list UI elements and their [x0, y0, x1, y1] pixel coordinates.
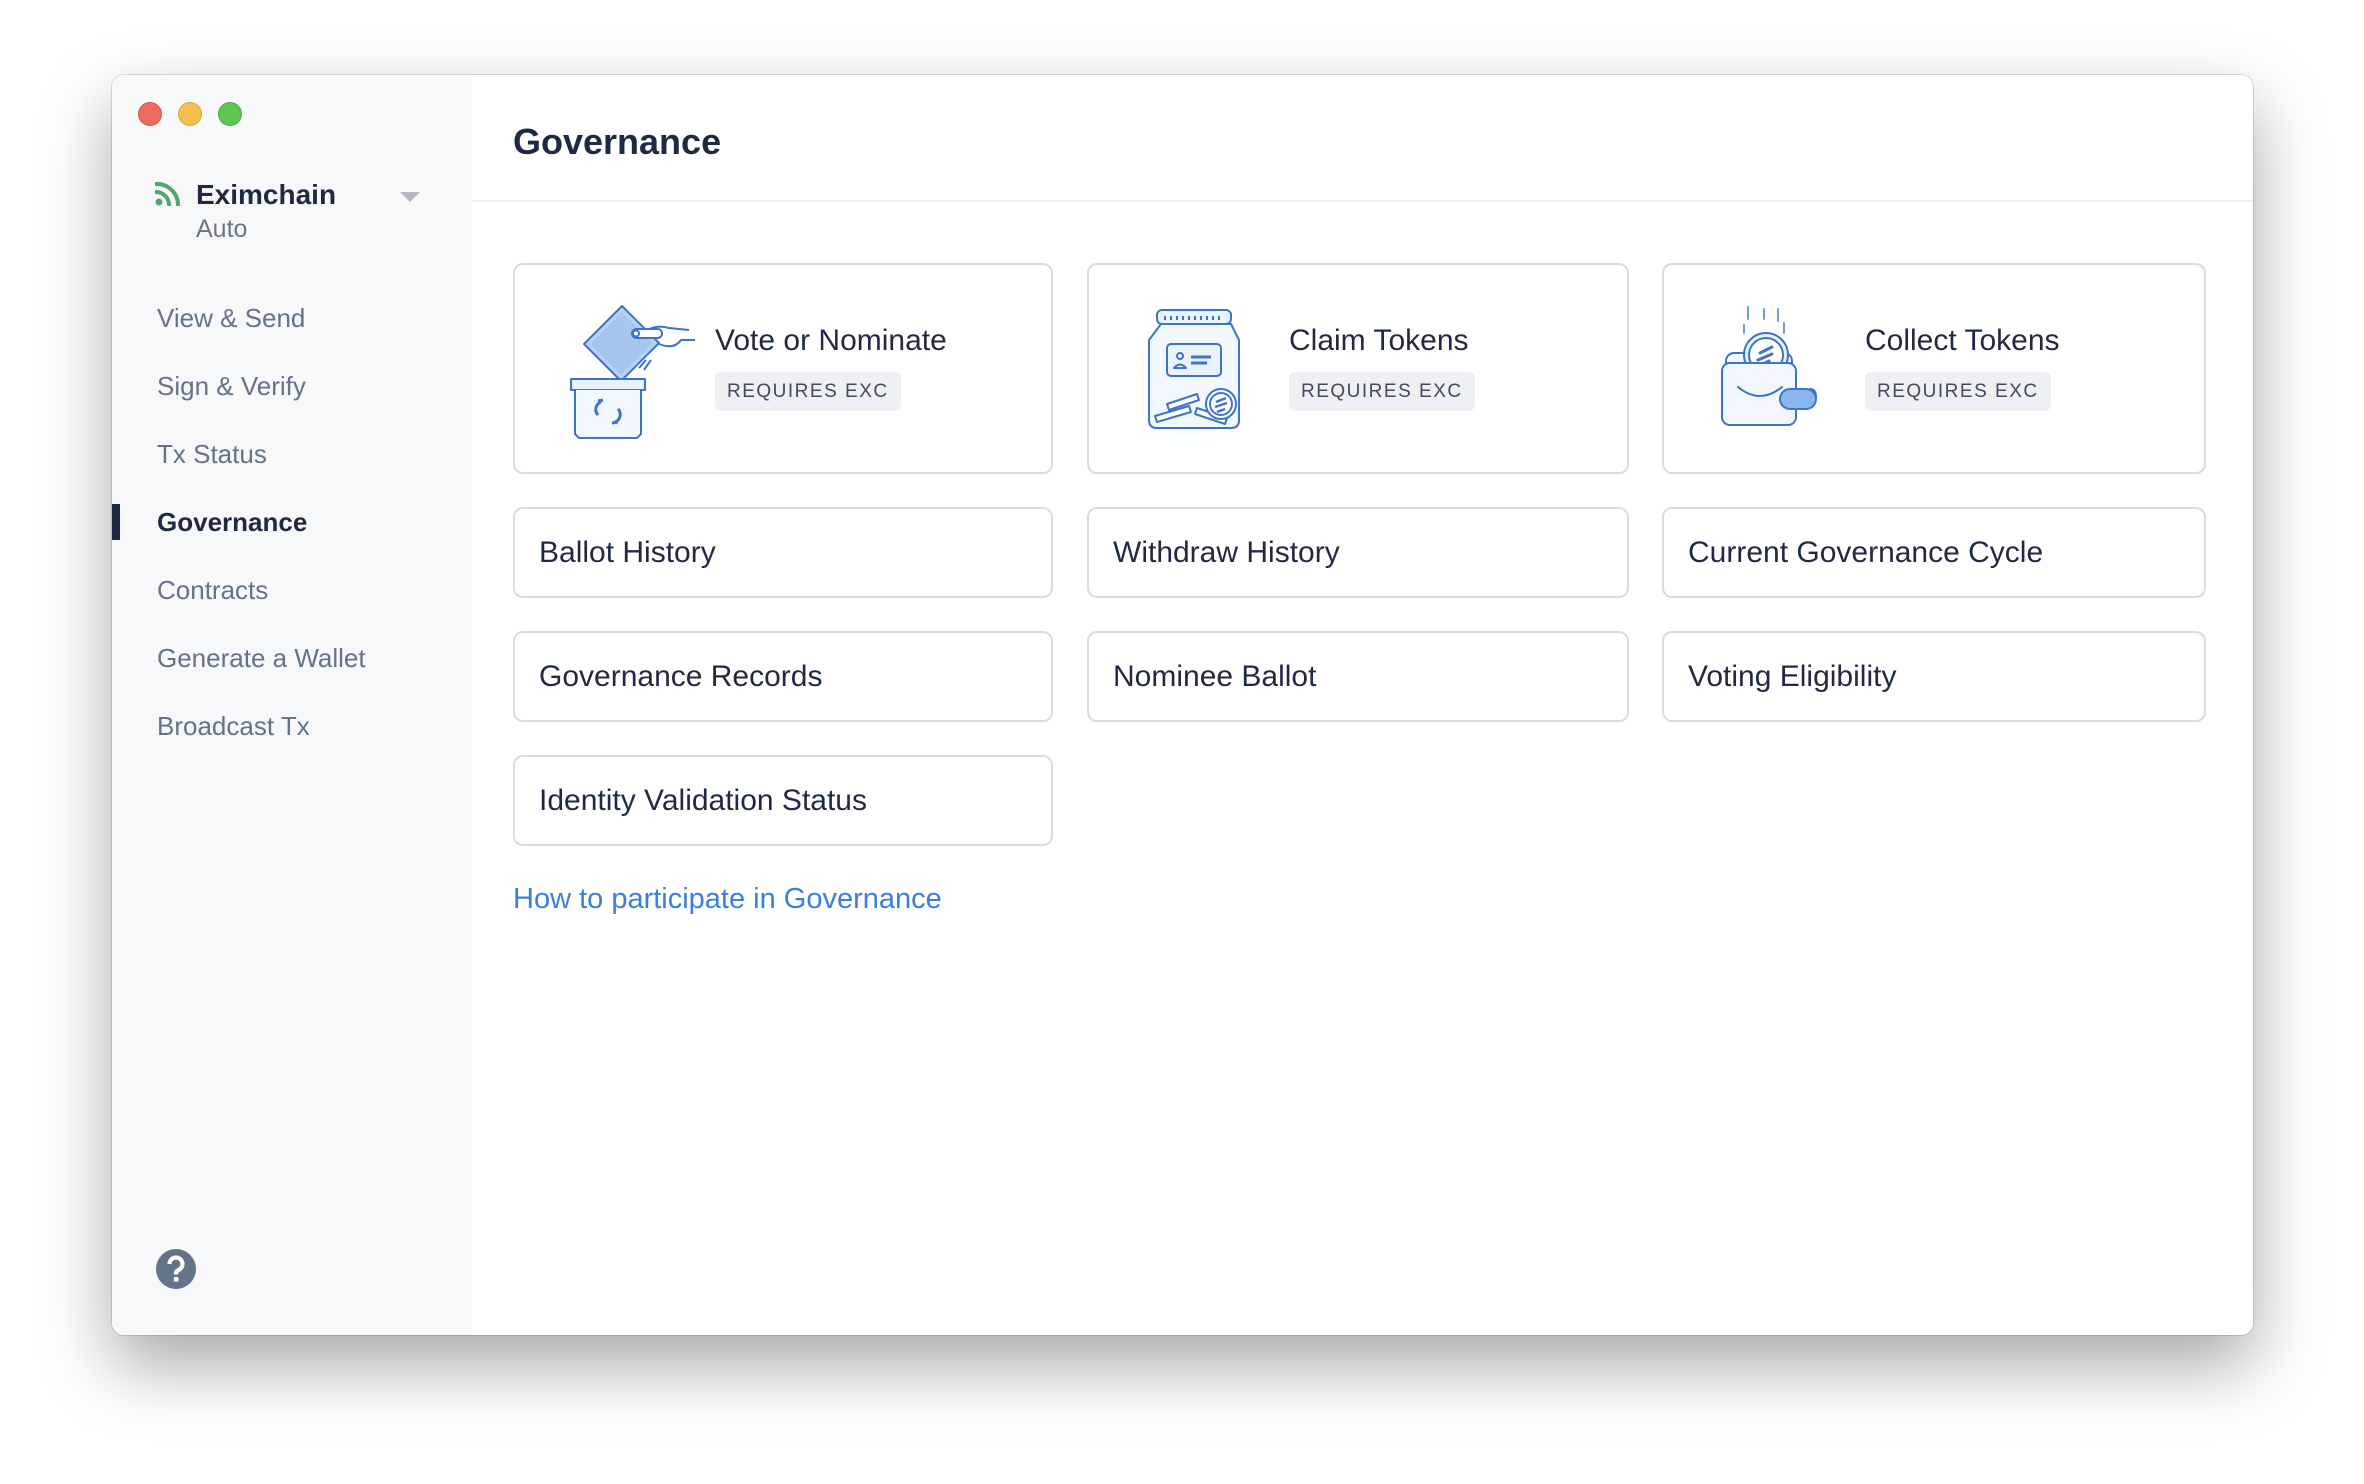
- vote-or-nominate-card[interactable]: Vote or Nominate REQUIRES EXC: [513, 263, 1053, 474]
- network-name: Eximchain: [196, 179, 337, 210]
- page-header: Governance: [472, 75, 2253, 202]
- card-label: Voting Eligibility: [1688, 660, 1897, 693]
- identity-validation-status-card[interactable]: Identity Validation Status: [513, 755, 1053, 846]
- withdraw-history-card[interactable]: Withdraw History: [1087, 507, 1629, 598]
- main-content: Governance Vote or Nominate REQUIRES EXC…: [472, 75, 2253, 1335]
- ballot-box-icon: [570, 305, 695, 439]
- minimize-window-button[interactable]: [178, 102, 202, 126]
- voting-eligibility-card[interactable]: Voting Eligibility: [1662, 631, 2206, 722]
- requires-exc-badge: REQUIRES EXC: [1865, 372, 2051, 411]
- nominee-ballot-card[interactable]: Nominee Ballot: [1087, 631, 1629, 722]
- claim-tokens-card[interactable]: Claim Tokens REQUIRES EXC: [1087, 263, 1629, 474]
- rss-signal-icon: [155, 182, 181, 206]
- sidebar-item-contracts[interactable]: Contracts: [157, 570, 268, 610]
- card-label: Nominee Ballot: [1113, 660, 1317, 693]
- card-label: Ballot History: [539, 536, 716, 569]
- sidebar-item-sign-verify[interactable]: Sign & Verify: [157, 366, 306, 406]
- sidebar-item-tx-status[interactable]: Tx Status: [157, 434, 267, 474]
- card-label: Current Governance Cycle: [1688, 536, 2044, 569]
- chevron-down-icon[interactable]: [400, 192, 420, 202]
- card-title: Vote or Nominate: [715, 324, 947, 357]
- card-label: Identity Validation Status: [539, 784, 867, 817]
- network-mode: Auto: [196, 215, 248, 243]
- sidebar-item-governance[interactable]: Governance: [157, 502, 307, 542]
- wallet-coin-icon: [1721, 306, 1817, 426]
- app-window: Eximchain Auto View & Send Sign & Verify…: [112, 75, 2253, 1335]
- sidebar: Eximchain Auto View & Send Sign & Verify…: [112, 75, 472, 1335]
- active-indicator: [112, 504, 120, 540]
- maximize-window-button[interactable]: [218, 102, 242, 126]
- collect-tokens-card[interactable]: Collect Tokens REQUIRES EXC: [1662, 263, 2206, 474]
- ballot-history-card[interactable]: Ballot History: [513, 507, 1053, 598]
- card-label: Withdraw History: [1113, 536, 1340, 569]
- network-selector[interactable]: Eximchain Auto: [155, 175, 435, 245]
- token-jar-icon: [1148, 309, 1240, 429]
- requires-exc-badge: REQUIRES EXC: [1289, 372, 1475, 411]
- card-title: Collect Tokens: [1865, 324, 2060, 357]
- card-title: Claim Tokens: [1289, 324, 1469, 357]
- card-label: Governance Records: [539, 660, 823, 693]
- close-window-button[interactable]: [138, 102, 162, 126]
- requires-exc-badge: REQUIRES EXC: [715, 372, 901, 411]
- sidebar-item-broadcast-tx[interactable]: Broadcast Tx: [157, 706, 310, 746]
- sidebar-item-view-send[interactable]: View & Send: [157, 298, 305, 338]
- sidebar-item-generate-wallet[interactable]: Generate a Wallet: [157, 638, 366, 678]
- how-to-participate-link[interactable]: How to participate in Governance: [513, 879, 942, 919]
- governance-records-card[interactable]: Governance Records: [513, 631, 1053, 722]
- current-governance-cycle-card[interactable]: Current Governance Cycle: [1662, 507, 2206, 598]
- question-circle-icon[interactable]: [156, 1249, 196, 1289]
- page-title: Governance: [513, 121, 722, 162]
